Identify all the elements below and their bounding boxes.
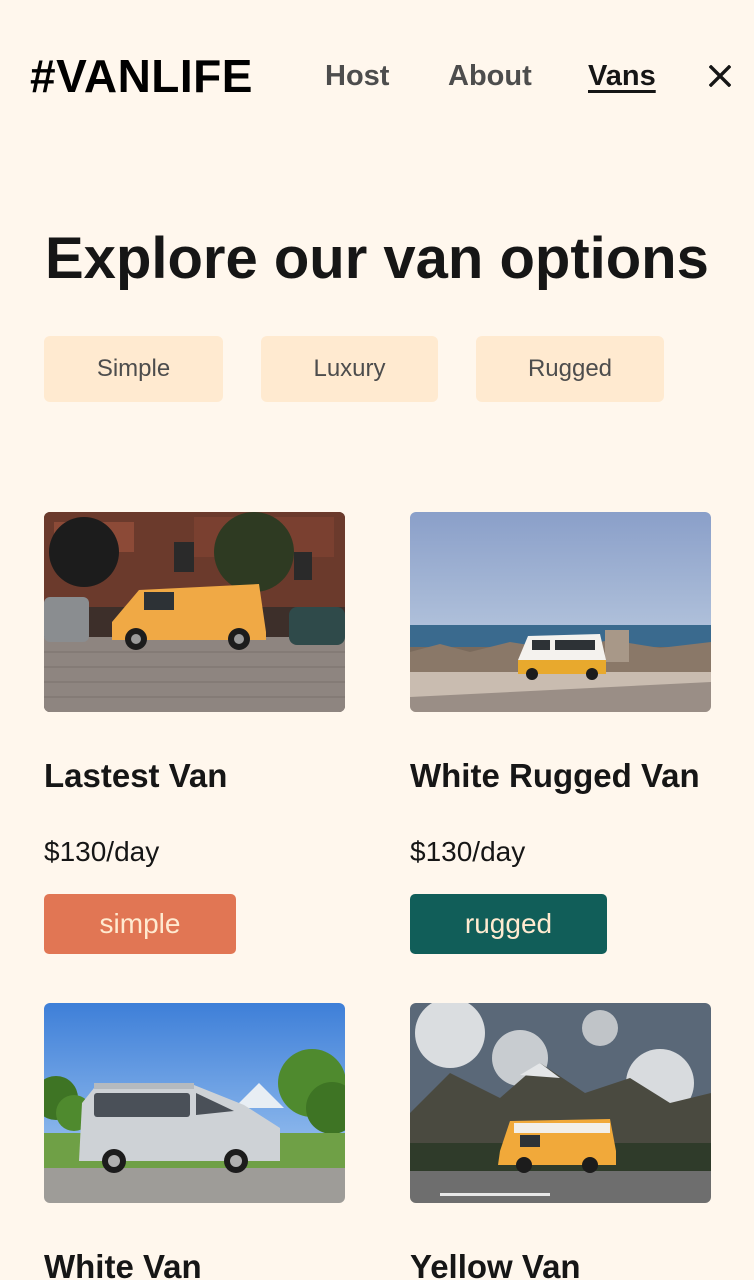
page-title: Explore our van options [45, 226, 709, 291]
site-header: #VANLIFE Host About Vans [0, 0, 754, 150]
vans-page: #VANLIFE Host About Vans Explore our van… [0, 0, 754, 1280]
nav-about-link[interactable]: About [448, 56, 532, 96]
van-type-badge: simple [44, 894, 236, 954]
close-icon [709, 65, 731, 87]
van-name: Yellow Van [410, 1248, 581, 1280]
site-logo[interactable]: #VANLIFE [30, 50, 253, 102]
van-price: $130/day [44, 836, 160, 867]
van-image-orange-van [44, 512, 345, 712]
van-image-yellow-van [410, 1003, 711, 1203]
van-card-white-rugged-van[interactable]: White Rugged Van $130/day rugged [410, 512, 712, 954]
van-card-yellow-van[interactable]: Yellow Van [410, 1003, 712, 1280]
close-button[interactable] [705, 60, 735, 92]
van-card-white-van[interactable]: White Van [44, 1003, 346, 1280]
nav-vans-link[interactable]: Vans [588, 56, 656, 96]
van-name: White Van [44, 1248, 202, 1280]
nav-host-link[interactable]: Host [325, 56, 389, 96]
van-name: White Rugged Van [410, 757, 700, 794]
van-name: Lastest Van [44, 757, 228, 794]
van-type-badge: rugged [410, 894, 607, 954]
van-price: $130/day [410, 836, 526, 867]
filter-simple-button[interactable]: Simple [44, 336, 223, 402]
filter-luxury-button[interactable]: Luxury [261, 336, 438, 402]
van-image-white-rugged-van [410, 512, 711, 712]
filter-rugged-button[interactable]: Rugged [476, 336, 664, 402]
van-card-lastest-van[interactable]: Lastest Van $130/day simple [44, 512, 346, 954]
van-image-silver-van [44, 1003, 345, 1203]
